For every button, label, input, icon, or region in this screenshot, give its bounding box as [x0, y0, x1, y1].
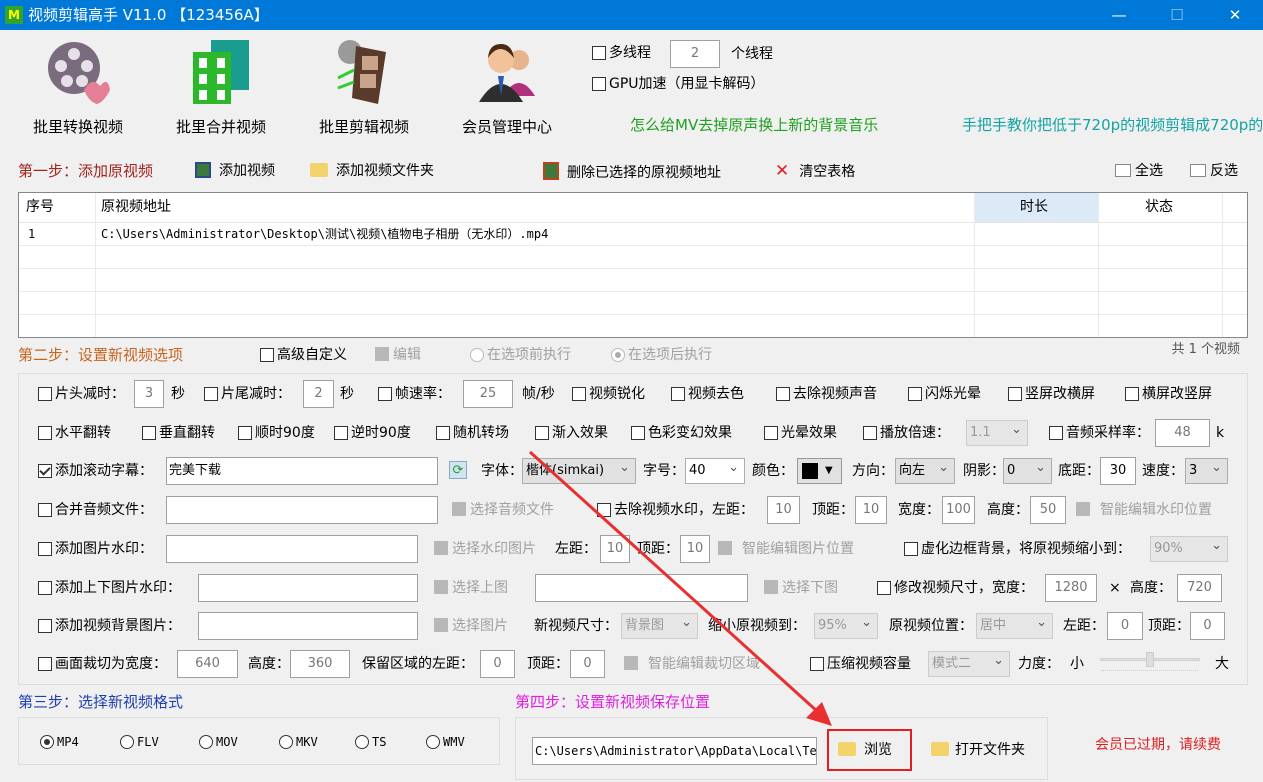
annotation-arrow [528, 450, 832, 726]
